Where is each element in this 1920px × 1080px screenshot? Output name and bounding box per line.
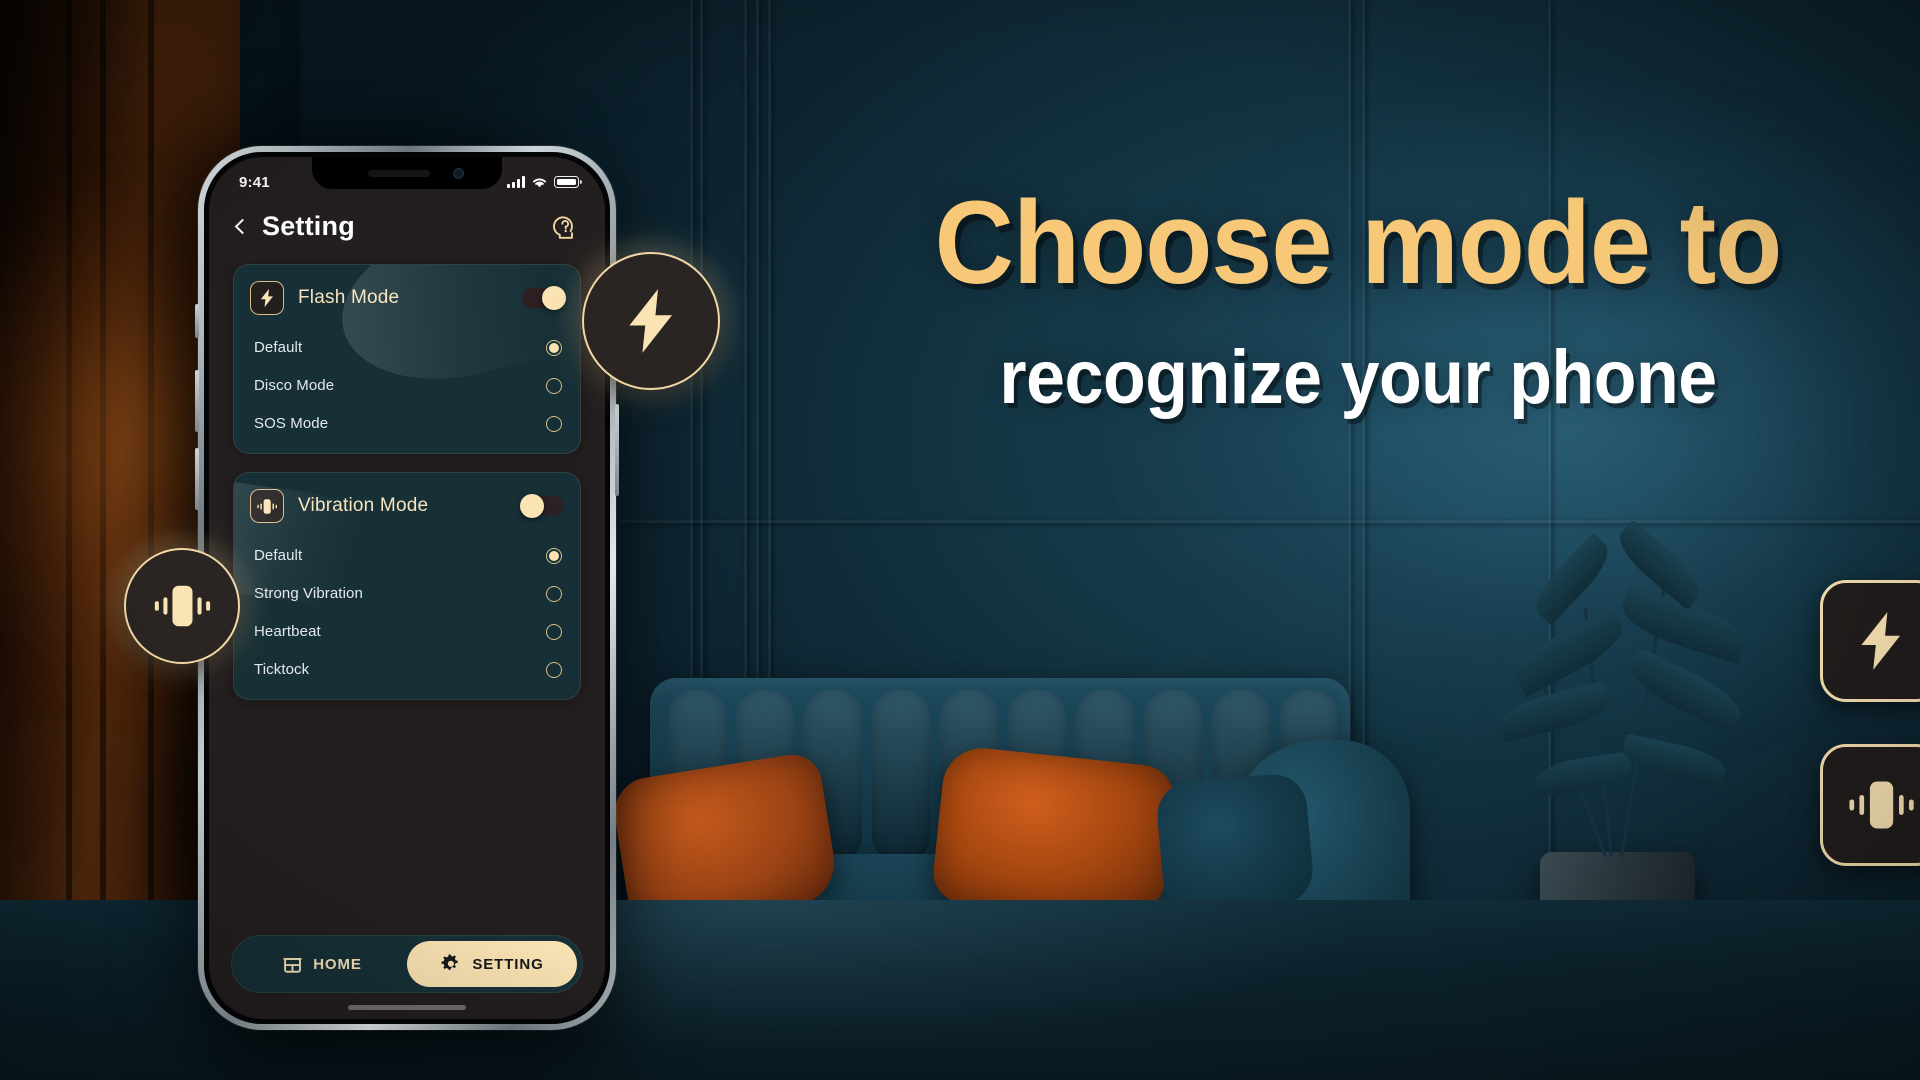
vibration-feature-icon-box [1820, 744, 1920, 866]
phone-screen: 9:41 Setting Flash Mode Default Disco Mo… [209, 157, 605, 1019]
radio-default-flash[interactable] [546, 339, 562, 356]
signal-icon [507, 176, 525, 188]
option-label: Default [254, 547, 303, 564]
nav-label-setting: SETTING [472, 955, 544, 973]
toggle-flash-mode[interactable] [522, 286, 566, 310]
lightning-bolt-icon [629, 289, 672, 353]
option-row[interactable]: Default [250, 329, 564, 367]
headline: Choose mode to [934, 177, 1783, 309]
radio-disco-mode[interactable] [546, 377, 562, 394]
phone-mute-switch [195, 304, 199, 338]
nav-label-home: HOME [313, 955, 362, 973]
vibrating-phone-icon [1849, 781, 1914, 829]
option-label: Ticktock [254, 661, 310, 678]
option-row[interactable]: Default [250, 537, 564, 575]
option-row[interactable]: SOS Mode [250, 405, 564, 443]
marketing-copy: Choose mode to recognize your phone Flas… [820, 0, 1920, 1080]
radio-strong-vibration[interactable] [546, 585, 562, 602]
feature-flashlight: Flashlight [1820, 580, 1920, 702]
phone-mockup: 9:41 Setting Flash Mode Default Disco Mo… [195, 146, 619, 1030]
flashlight-feature-icon-box [1820, 580, 1920, 702]
card-title-vibration: Vibration Mode [298, 495, 429, 516]
card-flash-mode: Flash Mode Default Disco Mode SOS Mode [233, 264, 581, 454]
settings-list: Flash Mode Default Disco Mode SOS Mode V… [209, 258, 605, 935]
store-icon [283, 957, 302, 973]
status-time: 9:41 [239, 173, 270, 191]
option-label: Default [254, 339, 303, 356]
option-row[interactable]: Heartbeat [250, 613, 564, 651]
option-label: Disco Mode [254, 377, 335, 394]
back-chevron-icon[interactable] [234, 218, 251, 235]
option-label: Strong Vibration [254, 585, 363, 602]
phone-volume-down [195, 448, 199, 510]
feature-vibration: Vibration [1820, 744, 1920, 866]
option-label: SOS Mode [254, 415, 329, 432]
radio-default-vibration[interactable] [546, 547, 562, 564]
page-title: Setting [262, 211, 355, 241]
help-head-question-icon[interactable] [549, 212, 579, 242]
wifi-icon [532, 177, 547, 187]
vibration-badge [124, 548, 240, 664]
lightning-bolt-icon [1861, 612, 1901, 670]
battery-icon [554, 176, 582, 188]
vibrating-phone-icon [250, 489, 284, 523]
flash-badge [582, 252, 720, 390]
feature-list: Flashlight Vibration [1820, 580, 1920, 866]
status-bar: 9:41 [209, 157, 605, 201]
card-vibration-mode: Vibration Mode Default Strong Vibration … [233, 472, 581, 700]
vibrating-phone-icon [154, 585, 211, 627]
nav-item-home[interactable]: HOME [237, 941, 407, 987]
phone-volume-up [195, 370, 199, 432]
option-label: Heartbeat [254, 623, 321, 640]
app-header: Setting [209, 201, 605, 258]
option-row[interactable]: Ticktock [250, 651, 564, 689]
radio-heartbeat[interactable] [546, 623, 562, 640]
card-title-flash: Flash Mode [298, 287, 400, 308]
option-row[interactable]: Disco Mode [250, 367, 564, 405]
radio-sos-mode[interactable] [546, 415, 562, 432]
bottom-navigation: HOME SETTING [231, 935, 583, 993]
radio-ticktock[interactable] [546, 661, 562, 678]
toggle-vibration-mode[interactable] [520, 494, 564, 518]
home-indicator [348, 1005, 466, 1010]
nav-item-setting[interactable]: SETTING [407, 941, 577, 987]
phone-power-button [615, 404, 619, 496]
option-row[interactable]: Strong Vibration [250, 575, 564, 613]
subheadline: recognize your phone [999, 335, 1717, 420]
gear-icon [441, 954, 459, 970]
lightning-bolt-icon [250, 281, 284, 315]
